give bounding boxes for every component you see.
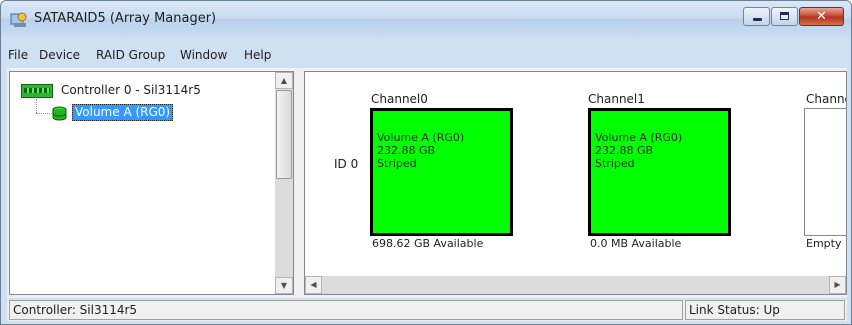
status-controller: Controller: Sil3114r5 (9, 300, 683, 320)
disk-channel0[interactable]: Volume A (RG0) 232.88 GB Striped (370, 108, 513, 236)
disk-channel1[interactable]: Volume A (RG0) 232.88 GB Striped (588, 108, 731, 236)
array-view: Channel0 Channel1 Channe ID 0 Volume A (… (304, 71, 847, 295)
menu-device[interactable]: Device (39, 48, 80, 62)
menu-file[interactable]: File (8, 48, 28, 62)
scroll-up-button[interactable]: ▲ (275, 72, 293, 89)
status-link: Link Status: Up (685, 300, 845, 320)
disk-raid-type: Striped (595, 157, 635, 170)
disk-channel2[interactable] (804, 108, 846, 236)
app-window: SATARAID5 (Array Manager) ✕ File Device … (0, 0, 852, 325)
device-tree: Controller 0 - Sil3114r5 Volume A (RG0) … (9, 71, 294, 295)
window-title: SATARAID5 (Array Manager) (34, 11, 217, 26)
scroll-left-button[interactable]: ◀ (305, 276, 322, 294)
scrollbar-thumb[interactable] (276, 90, 292, 179)
close-button[interactable]: ✕ (799, 7, 844, 26)
disk-available: 698.62 GB Available (372, 237, 484, 250)
menu-raid-group[interactable]: RAID Group (96, 48, 165, 62)
channel-label: Channe (806, 92, 846, 106)
close-icon: ✕ (816, 9, 827, 24)
menu-window[interactable]: Window (180, 48, 227, 62)
channel-label: Channel0 (371, 92, 428, 106)
tree-item-controller[interactable]: Controller 0 - Sil3114r5 (61, 83, 201, 97)
tree-item-volume[interactable]: Volume A (RG0) (72, 104, 174, 121)
controller-card-icon (21, 84, 53, 98)
volume-disk-icon (52, 106, 67, 121)
tree-connector (36, 99, 38, 113)
title-bar[interactable]: SATARAID5 (Array Manager) ✕ (1, 1, 851, 37)
maximize-button[interactable] (771, 7, 798, 26)
row-id-label: ID 0 (334, 157, 359, 171)
array-horizontal-scrollbar[interactable]: ◀ ▶ (305, 276, 846, 294)
app-icon (10, 12, 27, 27)
disk-available: 0.0 MB Available (590, 237, 682, 250)
disk-volume-name: Volume A (RG0) (377, 131, 465, 144)
disk-capacity: 232.88 GB (595, 144, 654, 157)
minimize-icon (753, 18, 762, 21)
disk-volume-name: Volume A (RG0) (595, 131, 683, 144)
disk-raid-type: Striped (377, 157, 417, 170)
tree-vertical-scrollbar[interactable]: ▲ ▼ (275, 72, 293, 294)
maximize-icon (780, 12, 789, 20)
scroll-right-button[interactable]: ▶ (829, 276, 846, 294)
scroll-down-button[interactable]: ▼ (275, 277, 293, 294)
disk-available: Empty (806, 237, 842, 250)
menu-help[interactable]: Help (244, 48, 271, 62)
status-bar: Controller: Sil3114r5 Link Status: Up (7, 300, 847, 321)
tree-connector (36, 113, 52, 114)
minimize-button[interactable] (743, 7, 770, 26)
channel-label: Channel1 (588, 92, 645, 106)
disk-capacity: 232.88 GB (377, 144, 436, 157)
tree-content: Controller 0 - Sil3114r5 Volume A (RG0) (10, 72, 275, 294)
